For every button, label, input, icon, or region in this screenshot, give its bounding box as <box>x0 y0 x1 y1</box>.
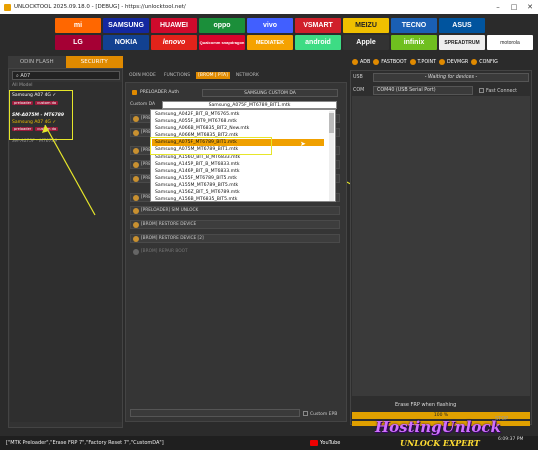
youtube-icon <box>310 440 318 446</box>
devmgr-icon <box>439 59 446 65</box>
watermark-subtitle: UNLOCK EXPERT <box>400 438 480 448</box>
fastboot-button[interactable]: FASTBOOT <box>373 59 407 65</box>
adb-button[interactable]: ADB <box>352 59 370 65</box>
cursor-icon: ➤ <box>300 140 306 148</box>
fastboot-icon <box>373 59 380 65</box>
center-tabbar: ODIN MODE FUNCTIONS [BROM | PTA] NETWORK <box>125 70 347 80</box>
config-button[interactable]: CONFIG <box>471 59 498 65</box>
fast-connect-checkbox[interactable]: Fast Connect <box>479 88 517 94</box>
annotation-highlight-box <box>150 137 272 155</box>
clock: 6:09:37 PM <box>498 437 524 442</box>
lock-icon <box>133 130 139 136</box>
dropdown-scroll-thumb[interactable] <box>329 113 334 133</box>
function-row[interactable]: [BROM] RESTORE DEVICE [2] <box>130 234 340 243</box>
lock-icon <box>133 195 139 201</box>
adb-icon <box>352 59 358 65</box>
youtube-link[interactable]: YouTube <box>310 438 340 448</box>
horizontal-scrollbar[interactable] <box>130 409 300 417</box>
com-port-select[interactable]: COM40 (USB Serial Port) <box>373 86 473 95</box>
row-label: [BROM] RESTORE DEVICE <box>141 222 197 227</box>
devmgr-label: DEVMGR <box>447 59 469 65</box>
gear-icon <box>133 176 139 182</box>
restore-icon <box>133 236 139 242</box>
tpoint-label: T.POINT <box>417 59 437 65</box>
dropdown-option[interactable]: Samsung_A156B_MT6835_BIT5.mtk <box>155 196 237 203</box>
row-label: [BROM] RESTORE DEVICE [2] <box>141 236 204 241</box>
custom-epb-label: Custom EPB <box>310 412 338 417</box>
pencil-icon <box>133 148 139 154</box>
custom-da-label: Custom DA <box>130 102 156 107</box>
tpoint-icon <box>409 59 416 65</box>
gear-icon <box>471 59 478 65</box>
tab-network[interactable]: NETWORK <box>234 72 261 79</box>
com-label: COM <box>353 88 365 93</box>
custom-da-dropdown-list[interactable]: Samsung_A042F_BIT_B_MT6765.mtk Samsung_A… <box>150 109 336 202</box>
row-label: [BROM] REPAIR BOOT <box>141 249 188 254</box>
config-label: CONFIG <box>479 59 498 65</box>
tab-odin-mode[interactable]: ODIN MODE <box>127 72 158 79</box>
function-row[interactable]: [PRELOADER] SIM UNLOCK <box>130 206 340 215</box>
youtube-label: YouTube <box>320 440 341 446</box>
erase-frp-label: Erase FRP when flashing <box>395 402 457 408</box>
usb-device-select[interactable]: - Waiting for devices - <box>373 73 529 82</box>
custom-da-select[interactable]: Samsung_A075F_MT6789_BIT1.mtk <box>162 101 337 109</box>
checkbox-icon <box>479 88 484 93</box>
fast-connect-label: Fast Connect <box>486 89 517 94</box>
gear-icon <box>133 162 139 168</box>
usb-label: USB <box>353 75 363 80</box>
tab-brom-pta[interactable]: [BROM | PTA] <box>196 71 230 79</box>
checkbox-icon <box>303 411 308 416</box>
function-row[interactable]: [BROM] REPAIR BOOT <box>130 247 340 256</box>
right-toolbar: ADB FASTBOOT T.POINT DEVMGR CONFIG <box>352 56 532 68</box>
wrench-icon <box>133 249 139 255</box>
sim-icon <box>133 208 139 214</box>
custom-epb-checkbox[interactable]: Custom EPB <box>303 411 337 417</box>
row-label: [PRELOADER] SIM UNLOCK <box>141 208 199 213</box>
fastboot-label: FASTBOOT <box>381 59 407 65</box>
adb-label: ADB <box>360 59 371 65</box>
preloader-auth-label: PRELOADER Auth <box>140 90 179 95</box>
lock-icon <box>133 116 139 122</box>
custom-da-type-select[interactable]: SAMSUNG CUSTOM DA <box>202 89 338 97</box>
checkbox-icon <box>132 90 137 95</box>
log-output <box>352 96 530 396</box>
tpoint-button[interactable]: T.POINT <box>409 59 437 65</box>
devmgr-button[interactable]: DEVMGR <box>439 59 468 65</box>
function-row[interactable]: [BROM] RESTORE DEVICE <box>130 220 340 229</box>
tab-functions[interactable]: FUNCTIONS <box>162 72 192 79</box>
restore-icon <box>133 222 139 228</box>
